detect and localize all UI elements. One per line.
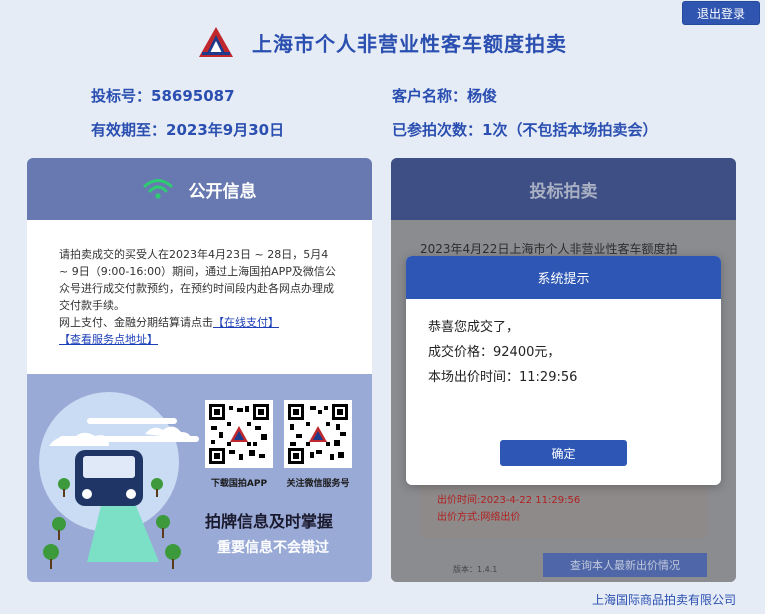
system-alert-dialog: 系统提示 恭喜您成交了， 成交价格：92400元， 本场出价时间：11:29:5…	[406, 256, 721, 485]
page-title: 上海市个人非营业性客车额度拍卖	[252, 31, 567, 56]
bid-number-label: 投标号：	[91, 87, 152, 105]
query-latest-bid-button[interactable]: 查询本人最新出价情况	[543, 553, 707, 577]
wechat-qr-code	[284, 400, 352, 468]
wifi-icon	[143, 179, 172, 199]
qr-code-icon	[288, 404, 348, 464]
public-info-header: 公开信息	[27, 158, 372, 220]
auction-logo-icon	[199, 27, 233, 57]
confirm-button[interactable]: 确定	[500, 440, 627, 466]
dialog-title: 系统提示	[406, 256, 721, 299]
valid-until-value: 2023年9月30日	[166, 121, 285, 139]
valid-until-label: 有效期至：	[91, 121, 167, 139]
promo-slogan-main: 拍牌信息及时掌握	[205, 512, 334, 531]
car-illustration	[39, 392, 199, 569]
auction-session-text: 2023年4月22日上海市个人非营业性客车额度拍	[420, 242, 678, 256]
customer-name-label: 客户名称：	[392, 87, 468, 105]
bid-number-value: 58695087	[151, 87, 235, 105]
company-footer: 上海国际商品拍卖有限公司	[591, 593, 736, 607]
promo-slogan-sub: 重要信息不会错过	[217, 540, 329, 556]
wechat-qr-caption: 关注微信服务号	[286, 479, 350, 489]
dialog-line-time: 本场出价时间：11:29:56	[428, 370, 578, 385]
participation-count-value: 1次（不包括本场拍卖会）	[482, 121, 658, 139]
bid-number: 投标号：58695087	[91, 85, 235, 106]
app-qr-code	[205, 400, 273, 468]
notice-paragraph: 请拍卖成交的买受人在2023年4月23日 ~ 28日，5月4 ~ 9日（9:00…	[59, 248, 336, 312]
promo-banner: 下载国拍APP 关注微信服务号 拍牌信息及时掌握 重要信息不会错过	[27, 374, 372, 582]
bidding-header: 投标拍卖	[391, 158, 736, 220]
dialog-line-price: 成交价格：92400元，	[428, 345, 561, 360]
bid-time-text: 出价时间:2023-4-22 11:29:56	[437, 495, 581, 506]
bid-method-text: 出价方式:网络出价	[437, 512, 521, 523]
app-qr-caption: 下载国拍APP	[210, 479, 268, 489]
customer-name-value: 杨俊	[467, 87, 498, 105]
valid-until: 有效期至：2023年9月30日	[91, 119, 284, 140]
qr-code-icon	[209, 404, 269, 464]
dialog-line-congrats: 恭喜您成交了，	[428, 320, 520, 335]
version-label: 版本：1.4.1	[453, 565, 498, 574]
customer-name: 客户名称：杨俊	[392, 85, 497, 106]
participation-count-label: 已参拍次数：	[392, 121, 483, 139]
online-pay-link[interactable]: 【在线支付】	[213, 316, 279, 329]
service-address-link[interactable]: 【查看服务点地址】	[59, 333, 158, 346]
notice-text: 请拍卖成交的买受人在2023年4月23日 ~ 28日，5月4 ~ 9日（9:00…	[27, 220, 372, 374]
bidding-title: 投标拍卖	[529, 181, 598, 202]
participation-count: 已参拍次数：1次（不包括本场拍卖会）	[392, 119, 657, 140]
page-header: 上海市个人非营业性客车额度拍卖	[0, 20, 765, 64]
public-info-panel: 公开信息 请拍卖成交的买受人在2023年4月23日 ~ 28日，5月4 ~ 9日…	[27, 158, 372, 582]
payment-prefix: 网上支付、金融分期结算请点击	[59, 316, 213, 329]
public-info-title: 公开信息	[188, 181, 257, 202]
